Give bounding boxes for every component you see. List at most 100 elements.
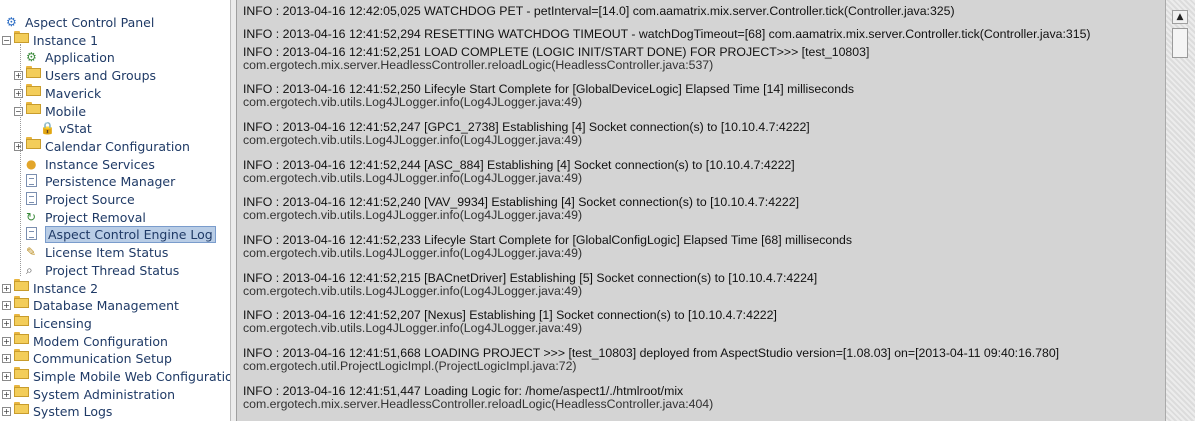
log-entry: INFO : 2013-04-16 12:41:51,447 Loading L… (243, 385, 1161, 411)
tree-item-label: Application (45, 50, 115, 66)
folder-icon (14, 313, 29, 326)
tree-item-system-logs[interactable]: + System Logs (0, 402, 230, 420)
document-icon (26, 227, 37, 241)
scroll-up-arrow-icon[interactable]: ▲ (1172, 10, 1188, 24)
tree-item-mobile[interactable]: − Mobile (0, 101, 230, 120)
tree-item-project-source[interactable]: Project Source (0, 191, 230, 208)
tree-item-label: Users and Groups (45, 68, 157, 84)
log-entry-source: com.ergotech.util.ProjectLogicImpl.(Proj… (243, 359, 577, 373)
folder-icon (14, 349, 29, 362)
expand-toggle-icon[interactable]: + (14, 71, 23, 81)
tree-item-label: Project Source (45, 192, 135, 207)
tree-item-label: Project Thread Status (45, 262, 180, 278)
folder-icon (26, 101, 41, 114)
expand-toggle-icon[interactable]: + (2, 336, 11, 346)
log-entry-message: INFO : 2013-04-16 12:41:51,447 Loading L… (243, 384, 684, 398)
log-entry-source: com.ergotech.vib.utils.Log4JLogger.info(… (243, 133, 583, 147)
log-entry-message: INFO : 2013-04-16 12:41:52,240 [VAV_9934… (243, 195, 799, 209)
expand-toggle-icon[interactable]: + (14, 88, 23, 98)
expand-toggle-icon[interactable]: + (14, 141, 23, 151)
log-entry: INFO : 2013-04-16 12:42:05,025 WATCHDOG … (243, 5, 1161, 18)
tree-item-instance-2[interactable]: + Instance 2 (0, 278, 230, 297)
collapse-toggle-icon[interactable]: − (14, 106, 23, 116)
tree-item-application[interactable]: ⚙ Application (0, 49, 230, 66)
key-icon: ✎ (26, 245, 37, 260)
tree-item-label: Instance 1 (33, 32, 99, 48)
tree-item-simple-mobile-web-configuration[interactable]: + Simple Mobile Web Configuratio (0, 367, 230, 385)
expand-toggle-icon[interactable]: + (2, 407, 11, 417)
folder-icon (14, 278, 29, 291)
expand-toggle-icon[interactable]: + (2, 389, 11, 399)
log-entry-message: INFO : 2013-04-16 12:42:05,025 WATCHDOG … (243, 4, 955, 18)
log-entry-source: com.ergotech.mix.server.HeadlessControll… (243, 397, 714, 411)
tree-item-label: Persistence Manager (45, 174, 176, 190)
tree-item-label: Modem Configuration (33, 333, 168, 349)
log-entry: INFO : 2013-04-16 12:41:52,207 [Nexus] E… (243, 309, 1161, 335)
tree-item-system-administration[interactable]: + System Administration (0, 384, 230, 403)
scrollbar-thumb[interactable] (1172, 28, 1188, 58)
log-entry: INFO : 2013-04-16 12:41:52,233 Lifecyle … (243, 234, 1161, 260)
log-entry-message: INFO : 2013-04-16 12:41:52,250 Lifecyle … (243, 82, 855, 96)
collapse-toggle-icon[interactable]: − (2, 35, 11, 45)
tree-item-label: Database Management (33, 298, 179, 314)
log-entry: INFO : 2013-04-16 12:41:52,250 Lifecyle … (243, 83, 1161, 109)
tree-item-vstat[interactable]: 🔒 vStat (0, 120, 230, 137)
tree-item-users-and-groups[interactable]: + Users and Groups (0, 66, 230, 84)
tree-item-aspect-control-engine-log[interactable]: Aspect Control Engine Log (0, 226, 230, 244)
tree-item-label: Aspect Control Engine Log (45, 226, 216, 244)
pane-splitter[interactable] (230, 0, 237, 421)
log-entry-message: INFO : 2013-04-16 12:41:52,244 [ASC_884]… (243, 158, 795, 172)
tree-item-label: vStat (59, 121, 92, 137)
folder-icon (14, 402, 29, 415)
tree-item-modem-configuration[interactable]: + Modem Configuration (0, 331, 230, 350)
log-entry-message: INFO : 2013-04-16 12:41:52,233 Lifecyle … (243, 233, 853, 247)
tree-item-label: Licensing (33, 315, 92, 331)
tree-item-label: Project Removal (45, 209, 146, 225)
tree-item-database-management[interactable]: + Database Management (0, 296, 230, 314)
log-entry-message: INFO : 2013-04-16 12:41:52,207 [Nexus] E… (243, 308, 777, 322)
tree-item-label: System Logs (33, 404, 113, 420)
tree-item-instance-services[interactable]: ● Instance Services (0, 156, 230, 173)
engine-log-pane: INFO : 2013-04-16 12:42:05,025 WATCHDOG … (237, 0, 1165, 421)
tree-item-label: Mobile (45, 103, 87, 119)
expand-toggle-icon[interactable]: + (2, 372, 11, 381)
tree-item-project-removal[interactable]: ↻ Project Removal (0, 209, 230, 226)
folder-icon (14, 296, 29, 309)
tree-item-persistence-manager[interactable]: Persistence Manager (0, 173, 230, 190)
folder-icon (26, 66, 41, 79)
folder-icon (14, 384, 29, 397)
navigation-tree: ⚙ Aspect Control Panel − Instance 1 ⚙ Applica… (0, 0, 230, 421)
tree-item-instance-1[interactable]: − Instance 1 (0, 30, 230, 49)
globe-gear-icon: ⚙ (26, 50, 37, 65)
expand-toggle-icon[interactable]: + (2, 283, 11, 293)
folder-icon (14, 30, 29, 43)
tree-guide-line (20, 44, 21, 276)
log-entry-message: INFO : 2013-04-16 12:41:52,215 [BACnetDr… (243, 271, 818, 285)
folder-icon (14, 331, 29, 344)
expand-toggle-icon[interactable]: + (2, 354, 11, 364)
expand-toggle-icon[interactable]: + (2, 318, 11, 328)
log-entry: INFO : 2013-04-16 12:41:51,668 LOADING P… (243, 347, 1161, 373)
log-entry-message: INFO : 2013-04-16 12:41:52,294 RESETTING… (243, 27, 1091, 41)
log-entry-source: com.ergotech.vib.utils.Log4JLogger.info(… (243, 246, 583, 260)
log-entry-source: com.ergotech.vib.utils.Log4JLogger.info(… (243, 284, 583, 298)
vertical-scrollbar[interactable]: ▲ (1165, 0, 1195, 421)
document-icon (26, 174, 37, 188)
expand-toggle-icon[interactable]: + (2, 301, 11, 311)
tree-item-license-item-status[interactable]: ✎ License Item Status (0, 244, 230, 261)
tree-item-project-thread-status[interactable]: ⌕ Project Thread Status (0, 262, 230, 279)
folder-icon (26, 136, 41, 149)
tree-item-communication-setup[interactable]: + Communication Setup (0, 349, 230, 367)
tree-item-calendar-configuration[interactable]: + Calendar Configuration (0, 136, 230, 155)
log-entry-message: INFO : 2013-04-16 12:41:51,668 LOADING P… (243, 346, 1060, 360)
log-entry: INFO : 2013-04-16 12:41:52,251 LOAD COMP… (243, 46, 1161, 72)
log-entry: INFO : 2013-04-16 12:41:52,294 RESETTING… (243, 28, 1161, 41)
tree-item-maverick[interactable]: + Maverick (0, 83, 230, 102)
tree-item-licensing[interactable]: + Licensing (0, 313, 230, 332)
document-icon: ↻ (26, 209, 37, 224)
tree-item-label: System Administration (33, 386, 176, 402)
log-entry: INFO : 2013-04-16 12:41:52,215 [BACnetDr… (243, 272, 1161, 298)
magnifier-icon: ⌕ (26, 262, 33, 277)
tree-root[interactable]: ⚙ Aspect Control Panel (0, 14, 230, 31)
log-entry-source: com.ergotech.vib.utils.Log4JLogger.info(… (243, 208, 583, 222)
